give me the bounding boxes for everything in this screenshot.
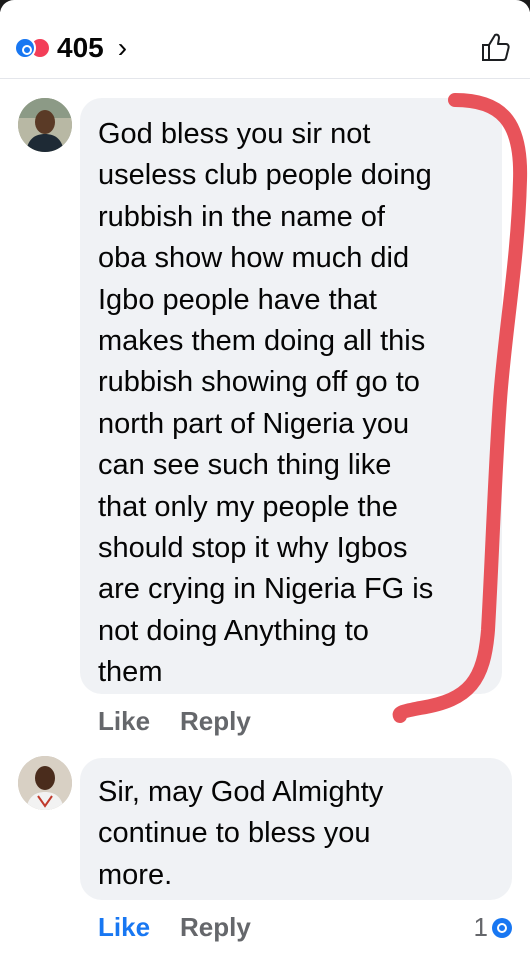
- reply-button[interactable]: Reply: [180, 912, 251, 943]
- reactions-header: 405 ›: [0, 12, 530, 78]
- header-divider: [0, 78, 530, 79]
- like-reaction-icon: [492, 917, 512, 938]
- like-button[interactable]: Like: [98, 706, 150, 737]
- comment-actions: Like Reply: [98, 912, 281, 943]
- reaction-summary[interactable]: 405 ›: [14, 32, 127, 64]
- avatar[interactable]: [18, 98, 72, 152]
- reaction-count: 405: [57, 32, 104, 63]
- comment-text: Sir, may God Almighty continue to bless …: [98, 776, 384, 891]
- profile-photo-icon: [18, 98, 72, 152]
- comment-reaction-count[interactable]: 1: [474, 912, 512, 943]
- comment-bubble: Sir, may God Almighty continue to bless …: [80, 758, 512, 900]
- comment-bubble: God bless you sir not useless club peopl…: [80, 98, 502, 694]
- thumbs-up-icon[interactable]: [478, 30, 512, 64]
- comment-text: God bless you sir not useless club peopl…: [98, 118, 434, 689]
- avatar[interactable]: [18, 756, 72, 810]
- like-reaction-icon: [14, 37, 36, 59]
- chevron-right-icon: ›: [117, 32, 128, 63]
- profile-photo-icon: [18, 756, 72, 810]
- reply-button[interactable]: Reply: [180, 706, 251, 737]
- comment-reaction-number: 1: [473, 912, 488, 942]
- top-edge: [0, 0, 530, 16]
- comment-actions: Like Reply: [98, 706, 281, 737]
- like-button[interactable]: Like: [98, 912, 150, 943]
